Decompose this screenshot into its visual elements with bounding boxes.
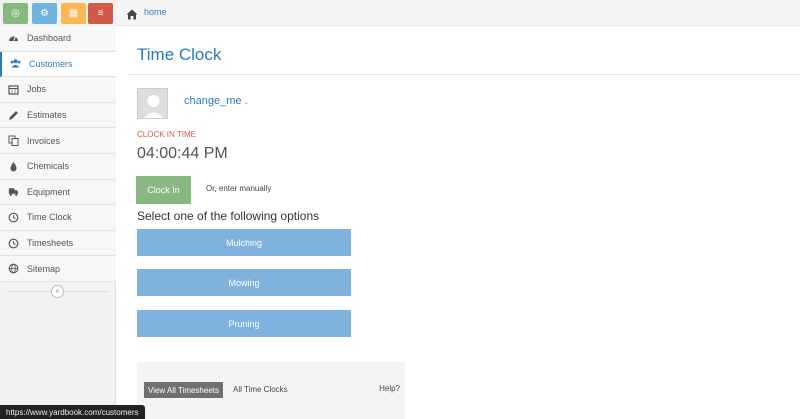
- home-icon[interactable]: [126, 7, 138, 20]
- sidebar-item-label: Sitemap: [27, 263, 61, 274]
- option-mowing-button[interactable]: Mowing: [137, 269, 351, 296]
- clock-icon: [8, 238, 19, 249]
- calculator-icon[interactable]: ▦: [61, 3, 86, 24]
- truck-icon: [8, 186, 19, 197]
- sidebar-item-equipment[interactable]: Equipment: [0, 179, 116, 206]
- sidebar-nav: Dashboard Customers Jobs Estimates Invoi…: [0, 26, 116, 282]
- page-title: Time Clock: [137, 45, 222, 64]
- enter-manually-link[interactable]: Or, enter manually: [206, 184, 271, 193]
- sidebar-item-sitemap[interactable]: Sitemap: [0, 256, 116, 282]
- sidebar-item-label: Time Clock: [27, 212, 72, 223]
- help-link[interactable]: Help?: [379, 384, 400, 393]
- breadcrumb: home: [116, 0, 800, 26]
- sidebar-item-chemicals[interactable]: Chemicals: [0, 153, 116, 180]
- clock-icon: [8, 212, 19, 223]
- clock-in-time-value: 04:00:44 PM: [137, 145, 228, 162]
- sidebar-item-label: Estimates: [27, 110, 67, 121]
- signal-icon[interactable]: ◎: [3, 3, 28, 24]
- collapse-sidebar-icon[interactable]: «: [51, 285, 64, 298]
- sidebar: ◎ ⚙ ▦ ≡ Dashboard Customers Jobs Estimat…: [0, 0, 116, 419]
- list-icon[interactable]: ≡: [88, 3, 113, 24]
- sidebar-item-timesheets[interactable]: Timesheets: [0, 230, 116, 257]
- sidebar-item-label: Equipment: [27, 186, 71, 197]
- avatar: [137, 88, 168, 119]
- timesheet-footer-panel: View All Timesheets All Time Clocks Help…: [137, 362, 405, 419]
- sidebar-item-label: Timesheets: [27, 238, 74, 249]
- sidebar-item-label: Customers: [29, 58, 73, 69]
- sidebar-item-label: Dashboard: [27, 33, 72, 44]
- sidebar-item-label: Jobs: [27, 84, 47, 95]
- option-mulching-button[interactable]: Mulching: [137, 229, 351, 256]
- cogs-icon[interactable]: ⚙: [32, 3, 57, 24]
- sidebar-item-jobs[interactable]: Jobs: [0, 77, 116, 103]
- copy-icon: [8, 135, 19, 147]
- option-pruning-button[interactable]: Pruning: [137, 310, 351, 337]
- clock-in-button[interactable]: Clock In: [136, 176, 191, 204]
- divider: [128, 74, 800, 75]
- sidebar-item-estimates[interactable]: Estimates: [0, 102, 116, 129]
- sidebar-item-dashboard[interactable]: Dashboard: [0, 26, 116, 52]
- status-bar-url: https://www.yardbook.com/customers: [0, 405, 145, 419]
- pencil-icon: [8, 110, 19, 121]
- breadcrumb-home-link[interactable]: home: [144, 7, 167, 17]
- tachometer-icon: [8, 33, 19, 44]
- tint-icon: [8, 161, 19, 172]
- sidebar-collapse: «: [0, 283, 116, 299]
- calendar-icon: [8, 84, 19, 95]
- view-all-timesheets-button[interactable]: View All Timesheets: [144, 382, 223, 398]
- clock-in-time-label: CLOCK IN TIME: [137, 130, 196, 139]
- sidebar-item-time-clock[interactable]: Time Clock: [0, 205, 116, 231]
- shortcut-bar: ◎ ⚙ ▦ ≡: [0, 0, 116, 26]
- sidebar-item-label: Invoices: [27, 135, 61, 146]
- user-name-link[interactable]: change_me .: [184, 95, 248, 107]
- options-heading: Select one of the following options: [137, 209, 320, 223]
- all-time-clocks-link[interactable]: All Time Clocks: [233, 385, 288, 394]
- users-icon: [10, 58, 21, 69]
- globe-icon: [8, 263, 19, 274]
- sidebar-item-label: Chemicals: [27, 161, 70, 172]
- sidebar-item-invoices[interactable]: Invoices: [0, 128, 116, 154]
- sidebar-item-customers[interactable]: Customers: [0, 51, 116, 78]
- main-content: Time Clock change_me . CLOCK IN TIME 04:…: [116, 26, 800, 419]
